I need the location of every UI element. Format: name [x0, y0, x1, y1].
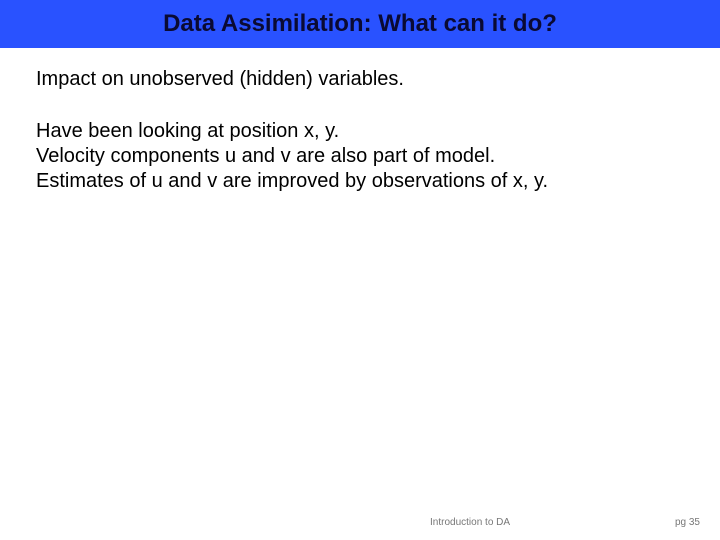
slide-footer: Introduction to DA pg 35	[0, 517, 720, 528]
body-line-2: Velocity components u and v are also par…	[36, 144, 684, 169]
slide-title: Data Assimilation: What can it do?	[163, 10, 557, 38]
body-line-3: Estimates of u and v are improved by obs…	[36, 169, 684, 194]
body-line-1: Have been looking at position x, y.	[36, 119, 684, 144]
lead-text: Impact on unobserved (hidden) variables.	[36, 68, 684, 91]
footer-page-number: pg 35	[675, 517, 700, 528]
footer-intro: Introduction to DA	[430, 517, 510, 528]
slide-content: Impact on unobserved (hidden) variables.…	[0, 48, 720, 194]
title-bar: Data Assimilation: What can it do?	[0, 0, 720, 48]
